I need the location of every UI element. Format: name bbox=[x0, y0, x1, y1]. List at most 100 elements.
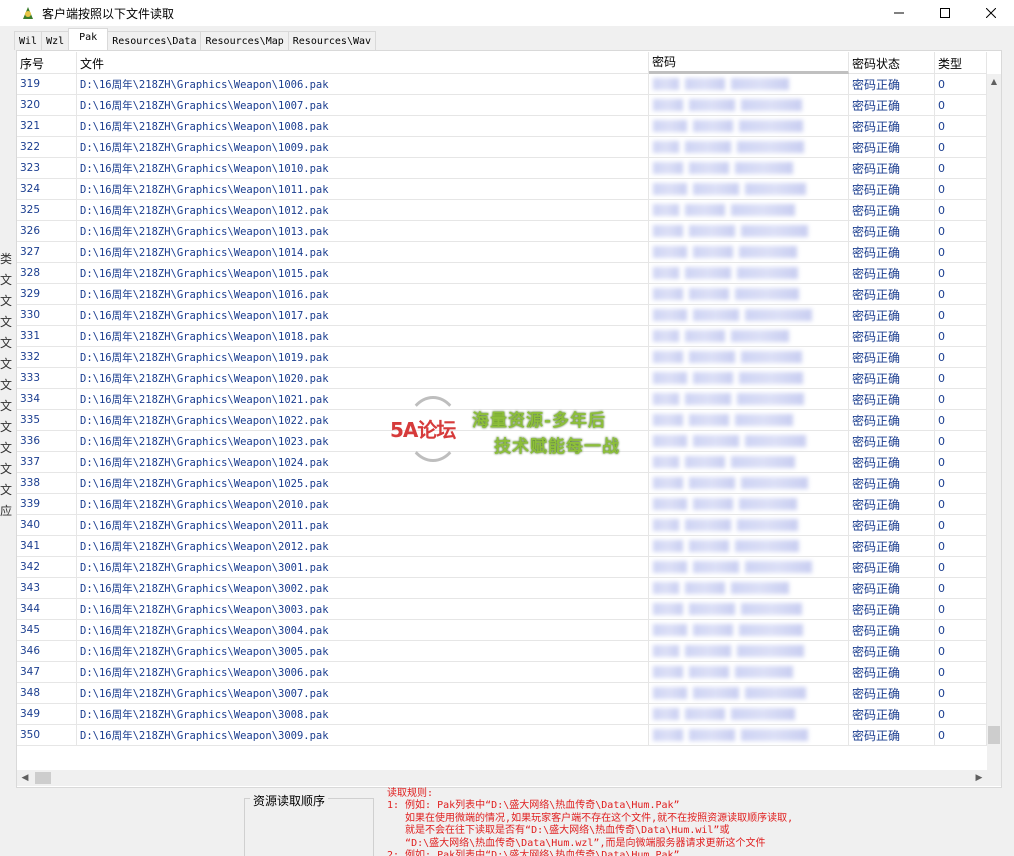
table-row[interactable]: 322 D:\16周年\218ZH\Graphics\Weapon\1009.pa… bbox=[17, 137, 987, 158]
vertical-scrollbar[interactable]: ▲ bbox=[987, 74, 1001, 770]
rule-line: “D:\盛大网络\热血传奇\Data\Hum.wzl”,而是向微端服务器请求更新… bbox=[387, 837, 766, 849]
table-row[interactable]: 346 D:\16周年\218ZH\Graphics\Weapon\3005.pa… bbox=[17, 641, 987, 662]
cell-password-status: 密码正确 bbox=[849, 200, 935, 220]
cell-password-status: 密码正确 bbox=[849, 389, 935, 409]
cell-password-redacted bbox=[649, 368, 849, 388]
table-row[interactable]: 329 D:\16周年\218ZH\Graphics\Weapon\1016.pa… bbox=[17, 284, 987, 305]
table-row[interactable]: 338 D:\16周年\218ZH\Graphics\Weapon\1025.pa… bbox=[17, 473, 987, 494]
column-header-password-status[interactable]: 密码状态 bbox=[849, 52, 935, 74]
table-row[interactable]: 348 D:\16周年\218ZH\Graphics\Weapon\3007.pa… bbox=[17, 683, 987, 704]
cell-type: 0 bbox=[935, 494, 987, 514]
read-rules-text: 读取规则: 1: 例如: Pak列表中“D:\盛大网络\热血传奇\Data\Hum… bbox=[387, 788, 987, 856]
table-row[interactable]: 350 D:\16周年\218ZH\Graphics\Weapon\3009.pa… bbox=[17, 725, 987, 746]
tab-resources-map[interactable]: Resources\Map bbox=[200, 31, 289, 50]
cell-type: 0 bbox=[935, 410, 987, 430]
table-row[interactable]: 337 D:\16周年\218ZH\Graphics\Weapon\1024.pa… bbox=[17, 452, 987, 473]
cell-type: 0 bbox=[935, 221, 987, 241]
cell-password-redacted bbox=[649, 515, 849, 535]
table-row[interactable]: 342 D:\16周年\218ZH\Graphics\Weapon\3001.pa… bbox=[17, 557, 987, 578]
table-row[interactable]: 347 D:\16周年\218ZH\Graphics\Weapon\3006.pa… bbox=[17, 662, 987, 683]
cell-password-status: 密码正确 bbox=[849, 158, 935, 178]
table-row[interactable]: 323 D:\16周年\218ZH\Graphics\Weapon\1010.pa… bbox=[17, 158, 987, 179]
cell-type: 0 bbox=[935, 116, 987, 136]
table-row[interactable]: 343 D:\16周年\218ZH\Graphics\Weapon\3002.pa… bbox=[17, 578, 987, 599]
column-header-file[interactable]: 文件 bbox=[77, 52, 649, 74]
cell-password-status: 密码正确 bbox=[849, 326, 935, 346]
scroll-right-icon[interactable]: ▶ bbox=[971, 770, 987, 786]
cell-password-redacted bbox=[649, 473, 849, 493]
maximize-button[interactable] bbox=[922, 0, 968, 26]
table-row[interactable]: 345 D:\16周年\218ZH\Graphics\Weapon\3004.pa… bbox=[17, 620, 987, 641]
vertical-scroll-thumb[interactable] bbox=[988, 726, 1000, 744]
table-row[interactable]: 349 D:\16周年\218ZH\Graphics\Weapon\3008.pa… bbox=[17, 704, 987, 725]
tab-resources-data[interactable]: Resources\Data bbox=[107, 31, 202, 50]
cell-password-redacted bbox=[649, 452, 849, 472]
table-row[interactable]: 331 D:\16周年\218ZH\Graphics\Weapon\1018.pa… bbox=[17, 326, 987, 347]
close-button[interactable] bbox=[968, 0, 1014, 26]
table-row[interactable]: 319 D:\16周年\218ZH\Graphics\Weapon\1006.pa… bbox=[17, 74, 987, 95]
horizontal-scrollbar[interactable]: ◀ ▶ bbox=[17, 770, 987, 786]
cell-index: 341 bbox=[17, 536, 77, 556]
column-header-password[interactable]: 密码 bbox=[649, 52, 849, 74]
cell-password-status: 密码正确 bbox=[849, 137, 935, 157]
main-window: Wil Wzl Pak Resources\Data Resources\Map Reso… bbox=[12, 26, 1004, 856]
column-header-type[interactable]: 类型 bbox=[935, 52, 987, 74]
cell-file-path: D:\16周年\218ZH\Graphics\Weapon\3003.pak bbox=[77, 599, 649, 619]
table-row[interactable]: 330 D:\16周年\218ZH\Graphics\Weapon\1017.pa… bbox=[17, 305, 987, 326]
tab-wzl[interactable]: Wzl bbox=[41, 31, 70, 50]
cell-type: 0 bbox=[935, 704, 987, 724]
background-glyph: 文 bbox=[0, 294, 13, 308]
cell-type: 0 bbox=[935, 536, 987, 556]
cell-type: 0 bbox=[935, 578, 987, 598]
cell-file-path: D:\16周年\218ZH\Graphics\Weapon\1014.pak bbox=[77, 242, 649, 262]
cell-password-status: 密码正确 bbox=[849, 494, 935, 514]
tab-pak[interactable]: Pak bbox=[68, 28, 109, 50]
table-row[interactable]: 335 D:\16周年\218ZH\Graphics\Weapon\1022.pa… bbox=[17, 410, 987, 431]
table-row[interactable]: 321 D:\16周年\218ZH\Graphics\Weapon\1008.pa… bbox=[17, 116, 987, 137]
cell-file-path: D:\16周年\218ZH\Graphics\Weapon\2012.pak bbox=[77, 536, 649, 556]
table-row[interactable]: 341 D:\16周年\218ZH\Graphics\Weapon\2012.pa… bbox=[17, 536, 987, 557]
table-row[interactable]: 344 D:\16周年\218ZH\Graphics\Weapon\3003.pa… bbox=[17, 599, 987, 620]
cell-password-status: 密码正确 bbox=[849, 578, 935, 598]
column-header-index[interactable]: 序号 bbox=[17, 52, 77, 74]
cell-password-status: 密码正确 bbox=[849, 95, 935, 115]
table-row[interactable]: 327 D:\16周年\218ZH\Graphics\Weapon\1014.pa… bbox=[17, 242, 987, 263]
table-row[interactable]: 336 D:\16周年\218ZH\Graphics\Weapon\1023.pa… bbox=[17, 431, 987, 452]
tab-panel-pak: 序号 文件 密码 密码状态 类型 319 D:\16周年\218ZH\Graphi… bbox=[16, 50, 1002, 788]
cell-password-redacted bbox=[649, 725, 849, 745]
table-row[interactable]: 332 D:\16周年\218ZH\Graphics\Weapon\1019.pa… bbox=[17, 347, 987, 368]
cell-index: 342 bbox=[17, 557, 77, 577]
cell-password-redacted bbox=[649, 305, 849, 325]
minimize-button[interactable] bbox=[876, 0, 922, 26]
cell-type: 0 bbox=[935, 179, 987, 199]
scroll-left-icon[interactable]: ◀ bbox=[17, 770, 33, 786]
cell-index: 339 bbox=[17, 494, 77, 514]
tab-resources-wav[interactable]: Resources\Wav bbox=[287, 31, 377, 50]
cell-type: 0 bbox=[935, 263, 987, 283]
cell-file-path: D:\16周年\218ZH\Graphics\Weapon\1011.pak bbox=[77, 179, 649, 199]
cell-password-status: 密码正确 bbox=[849, 683, 935, 703]
background-glyph: 文 bbox=[0, 357, 13, 371]
tab-wil[interactable]: Wil bbox=[14, 31, 43, 50]
scroll-up-icon[interactable]: ▲ bbox=[987, 74, 1001, 88]
table-row[interactable]: 328 D:\16周年\218ZH\Graphics\Weapon\1015.pa… bbox=[17, 263, 987, 284]
table-row[interactable]: 340 D:\16周年\218ZH\Graphics\Weapon\2011.pa… bbox=[17, 515, 987, 536]
cell-type: 0 bbox=[935, 662, 987, 682]
cell-file-path: D:\16周年\218ZH\Graphics\Weapon\1012.pak bbox=[77, 200, 649, 220]
cell-password-status: 密码正确 bbox=[849, 704, 935, 724]
cell-file-path: D:\16周年\218ZH\Graphics\Weapon\3001.pak bbox=[77, 557, 649, 577]
table-row[interactable]: 326 D:\16周年\218ZH\Graphics\Weapon\1013.pa… bbox=[17, 221, 987, 242]
cell-index: 347 bbox=[17, 662, 77, 682]
cell-password-redacted bbox=[649, 662, 849, 682]
horizontal-scroll-thumb[interactable] bbox=[35, 772, 51, 784]
table-row[interactable]: 324 D:\16周年\218ZH\Graphics\Weapon\1011.pa… bbox=[17, 179, 987, 200]
scrollbar-corner bbox=[987, 770, 1001, 786]
table-row[interactable]: 320 D:\16周年\218ZH\Graphics\Weapon\1007.pa… bbox=[17, 95, 987, 116]
table-row[interactable]: 325 D:\16周年\218ZH\Graphics\Weapon\1012.pa… bbox=[17, 200, 987, 221]
cell-password-redacted bbox=[649, 410, 849, 430]
table-row[interactable]: 334 D:\16周年\218ZH\Graphics\Weapon\1021.pa… bbox=[17, 389, 987, 410]
cell-file-path: D:\16周年\218ZH\Graphics\Weapon\1022.pak bbox=[77, 410, 649, 430]
table-row[interactable]: 333 D:\16周年\218ZH\Graphics\Weapon\1020.pa… bbox=[17, 368, 987, 389]
table-row[interactable]: 339 D:\16周年\218ZH\Graphics\Weapon\2010.pa… bbox=[17, 494, 987, 515]
background-glyph: 应 bbox=[0, 504, 13, 518]
